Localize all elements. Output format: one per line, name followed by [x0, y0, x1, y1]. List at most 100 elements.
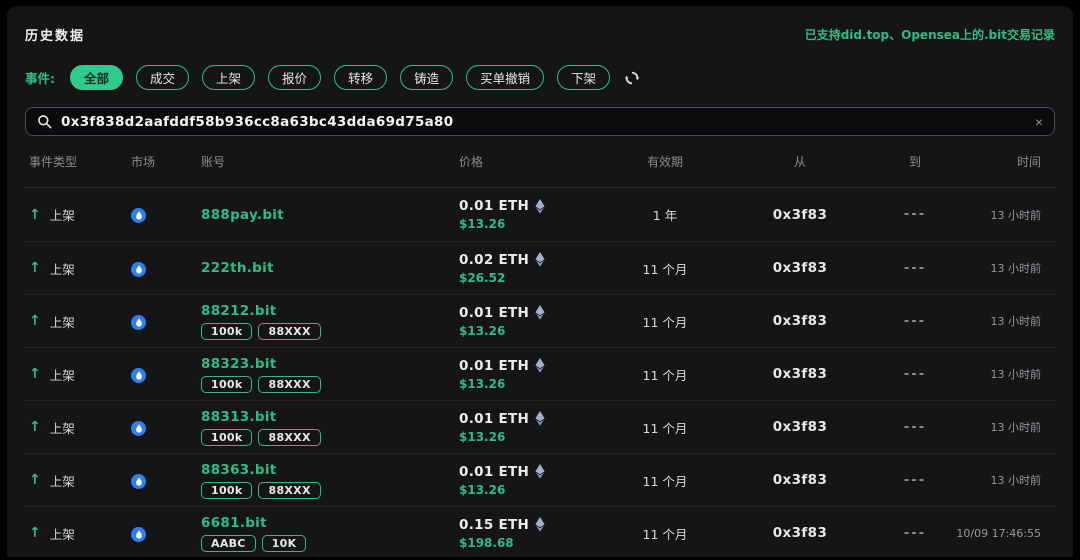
- filter-pill-7[interactable]: 下架: [557, 65, 611, 90]
- search-input[interactable]: [61, 113, 1026, 130]
- table-row[interactable]: ↑ 上架 6681.bit AABC 10K 0.15 ETH $198.68 …: [25, 506, 1055, 557]
- from-address[interactable]: 0x3f83: [725, 207, 875, 223]
- did-top-market-icon: [131, 261, 146, 277]
- validity-period: 11 个月: [642, 314, 688, 330]
- to-address: ---: [903, 366, 927, 382]
- table-row[interactable]: ↑ 上架 888pay.bit 0.01 ETH $13.26 1 年 0x3f…: [25, 188, 1055, 241]
- filter-pill-6[interactable]: 买单撤销: [466, 65, 545, 90]
- search-bar: ×: [25, 107, 1055, 136]
- eth-diamond-icon: [535, 252, 545, 267]
- account-tag: 100k: [201, 428, 253, 446]
- filter-pill-1[interactable]: 成交: [136, 65, 190, 90]
- from-address[interactable]: 0x3f83: [725, 419, 875, 435]
- event-time: 13 小时前: [990, 474, 1042, 487]
- event-type-label: 上架: [49, 367, 75, 383]
- account-tag: 88XXX: [258, 428, 321, 446]
- price-usd: $198.68: [459, 535, 514, 550]
- table-row[interactable]: ↑ 上架 88313.bit 100k 88XXX 0.01 ETH $13.2…: [25, 400, 1055, 453]
- price-eth: 0.01 ETH: [459, 463, 530, 480]
- event-type-label: 上架: [49, 261, 75, 277]
- support-note: 已支持did.top、Opensea上的.bit交易记录: [804, 28, 1055, 42]
- account-tag: 100k: [201, 322, 253, 340]
- table-row[interactable]: ↑ 上架 88212.bit 100k 88XXX 0.01 ETH $13.2…: [25, 294, 1055, 347]
- price-usd: $13.26: [459, 376, 506, 391]
- price-eth: 0.01 ETH: [459, 357, 530, 374]
- account-tags: 100k 88XXX: [201, 481, 459, 499]
- price-eth: 0.01 ETH: [459, 304, 530, 321]
- account-link[interactable]: 222th.bit: [201, 260, 459, 276]
- validity-period: 11 个月: [642, 261, 688, 277]
- did-top-market-icon: [131, 367, 146, 383]
- did-top-market-icon: [131, 473, 146, 489]
- validity-period: 11 个月: [642, 526, 688, 542]
- listed-up-arrow-icon: ↑: [29, 313, 41, 329]
- did-top-market-icon: [131, 208, 146, 223]
- price-eth: 0.01 ETH: [459, 198, 530, 214]
- price-usd: $26.52: [459, 270, 506, 285]
- did-top-market-icon: [131, 526, 146, 542]
- table-row[interactable]: ↑ 上架 88323.bit 100k 88XXX 0.01 ETH $13.2…: [25, 347, 1055, 400]
- event-type-label: 上架: [49, 314, 75, 330]
- event-time: 13 小时前: [990, 315, 1042, 328]
- event-time: 10/09 17:46:55: [956, 526, 1041, 540]
- price-eth: 0.02 ETH: [459, 251, 530, 268]
- filter-pill-3[interactable]: 报价: [268, 65, 322, 90]
- table-row[interactable]: ↑ 上架 222th.bit 0.02 ETH $26.52 11 个月 0x3…: [25, 241, 1055, 294]
- from-address[interactable]: 0x3f83: [725, 366, 875, 382]
- clear-search-icon[interactable]: ×: [1035, 115, 1043, 129]
- filter-pill-0[interactable]: 全部: [70, 65, 124, 90]
- account-tag: 100k: [201, 481, 253, 499]
- event-time: 13 小时前: [990, 208, 1042, 222]
- col-to: 到: [908, 155, 921, 169]
- search-icon: [37, 114, 52, 129]
- col-validity: 有效期: [646, 155, 683, 169]
- validity-period: 1 年: [652, 208, 678, 223]
- to-address: ---: [903, 472, 927, 488]
- event-time: 13 小时前: [990, 421, 1042, 434]
- account-tag: 100k: [201, 375, 253, 393]
- did-top-market-icon: [131, 420, 146, 436]
- to-address: ---: [903, 260, 927, 276]
- price-usd: $13.26: [459, 429, 506, 444]
- from-address[interactable]: 0x3f83: [725, 313, 875, 329]
- listed-up-arrow-icon: ↑: [29, 472, 41, 488]
- account-tag: 10K: [261, 534, 307, 552]
- account-tags: 100k 88XXX: [201, 428, 459, 446]
- account-tags: 100k 88XXX: [201, 322, 459, 340]
- listed-up-arrow-icon: ↑: [29, 525, 41, 541]
- listed-up-arrow-icon: ↑: [29, 366, 41, 382]
- to-address: ---: [903, 525, 927, 541]
- from-address[interactable]: 0x3f83: [725, 525, 875, 541]
- listed-up-arrow-icon: ↑: [29, 206, 41, 223]
- table-header: 事件类型 市场 账号 价格 有效期 从 到 时间: [25, 136, 1055, 188]
- eth-diamond-icon: [535, 411, 545, 426]
- filter-pill-2[interactable]: 上架: [202, 65, 256, 90]
- from-address[interactable]: 0x3f83: [725, 472, 875, 488]
- refresh-icon: [624, 70, 640, 86]
- eth-diamond-icon: [535, 305, 545, 320]
- price-eth: 0.01 ETH: [459, 410, 530, 427]
- account-link[interactable]: 88313.bit: [201, 409, 459, 425]
- table-row[interactable]: ↑ 上架 88363.bit 100k 88XXX 0.01 ETH $13.2…: [25, 453, 1055, 506]
- account-link[interactable]: 888pay.bit: [201, 207, 459, 223]
- account-link[interactable]: 6681.bit: [201, 515, 459, 531]
- price-eth: 0.15 ETH: [459, 516, 530, 533]
- event-time: 13 小时前: [990, 368, 1042, 381]
- account-link[interactable]: 88212.bit: [201, 303, 459, 319]
- account-link[interactable]: 88363.bit: [201, 462, 459, 478]
- eth-diamond-icon: [535, 358, 545, 373]
- account-link[interactable]: 88323.bit: [201, 356, 459, 372]
- from-address[interactable]: 0x3f83: [725, 260, 875, 276]
- history-panel: 历史数据 已支持did.top、Opensea上的.bit交易记录 事件: 全部…: [7, 6, 1073, 557]
- account-tag: 88XXX: [258, 375, 321, 393]
- refresh-button[interactable]: [624, 70, 640, 86]
- to-address: ---: [903, 419, 927, 435]
- col-price: 价格: [459, 155, 484, 169]
- account-tag: 88XXX: [258, 481, 321, 499]
- validity-period: 11 个月: [642, 420, 688, 436]
- validity-period: 11 个月: [642, 367, 688, 383]
- listed-up-arrow-icon: ↑: [29, 260, 41, 276]
- filter-pill-4[interactable]: 转移: [334, 65, 388, 90]
- event-filter-pills: 全部 成交 上架 报价 转移 铸造 买单撤销 下架: [70, 65, 611, 90]
- filter-pill-5[interactable]: 铸造: [400, 65, 454, 90]
